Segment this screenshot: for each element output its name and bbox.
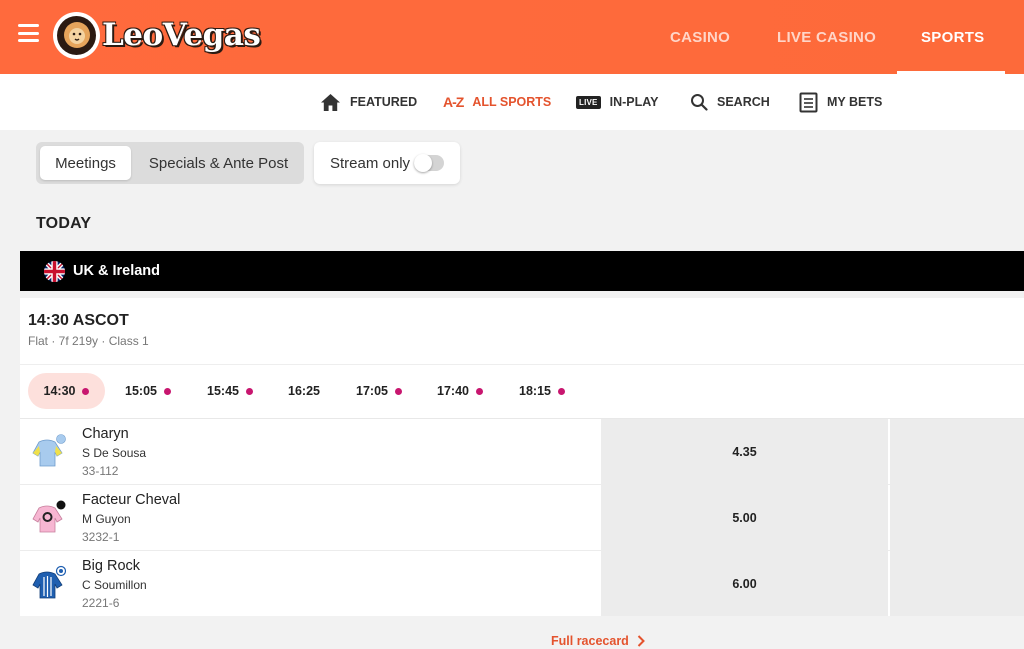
stream-only-filter[interactable]: Stream only (314, 142, 460, 184)
stream-only-toggle[interactable] (414, 154, 444, 172)
stream-dot-icon (475, 387, 483, 395)
lion-logo-icon (53, 11, 100, 59)
subnav-in-play[interactable]: LIVE IN-PLAY (576, 74, 658, 130)
search-icon (690, 93, 708, 111)
topnav-sports[interactable]: SPORTS (921, 0, 984, 74)
runner-row: Facteur Cheval M Guyon 3232-1 5.00 (20, 485, 1024, 551)
uk-flag-icon (44, 260, 65, 282)
site-header: LeoVegas CASINO LIVE CASINO SPORTS (0, 0, 1024, 74)
runner-form: 33-112 (82, 464, 119, 478)
race-time-tab-1430[interactable]: 14:30 (28, 373, 105, 409)
segment-meetings[interactable]: Meetings (40, 146, 131, 180)
runner-form: 2221-6 (82, 596, 120, 610)
stream-dot-icon (245, 387, 253, 395)
runner-jockey: S De Sousa (82, 446, 147, 460)
race-time-tab-1705[interactable]: 17:05 (343, 373, 415, 409)
region-header[interactable]: UK & Ireland (20, 251, 1024, 291)
betslip-icon (799, 92, 818, 113)
subnav-in-play-label: IN-PLAY (609, 95, 659, 109)
stream-only-label: Stream only (330, 154, 411, 172)
region-name: UK & Ireland (73, 263, 161, 279)
a-z-icon: A-Z (443, 94, 464, 110)
race-time-tab-1545[interactable]: 15:45 (194, 373, 266, 409)
divider (20, 364, 1024, 365)
segment-specials-ante-post[interactable]: Specials & Ante Post (137, 146, 300, 180)
race-time-tab-1740[interactable]: 17:40 (424, 373, 496, 409)
full-racecard-label: Full racecard (551, 634, 629, 648)
logo-wordmark: LeoVegas (102, 17, 261, 53)
subnav-all-sports[interactable]: A-Z ALL SPORTS (443, 74, 551, 130)
runner-row: Charyn S De Sousa 33-112 4.35 (20, 419, 1024, 485)
runner-jockey: C Soumillon (82, 578, 147, 592)
runner-name: Big Rock (82, 558, 141, 574)
stream-dot-icon (557, 387, 565, 395)
subnav-my-bets-label: MY BETS (827, 95, 883, 109)
menu-icon[interactable] (18, 24, 39, 42)
stream-dot-icon (82, 387, 90, 395)
race-subtitle: Flat · 7f 219y · Class 1 (28, 334, 149, 348)
sports-subnav: FEATURED A-Z ALL SPORTS LIVE IN-PLAY SEA… (0, 74, 1024, 130)
race-time-tab-1505[interactable]: 15:05 (112, 373, 184, 409)
subnav-all-sports-label: ALL SPORTS (472, 95, 552, 109)
leovegas-logo[interactable]: LeoVegas (53, 10, 261, 60)
stream-dot-icon (394, 387, 402, 395)
runner-name: Facteur Cheval (82, 492, 181, 508)
race-card: 14:30 ASCOT Flat · 7f 219y · Class 1 14:… (20, 298, 1024, 616)
race-title: 14:30 ASCOT (28, 312, 129, 329)
odds-secondary-button[interactable] (890, 485, 1024, 550)
runner-form: 3232-1 (82, 530, 120, 544)
odds-win-button[interactable]: 4.35 (601, 419, 888, 484)
runner-name: Charyn (82, 426, 129, 442)
odds-win-button[interactable]: 5.00 (601, 485, 888, 550)
race-time-tab-1625[interactable]: 16:25 (276, 373, 332, 409)
home-icon (320, 93, 341, 112)
jockey-silks-icon (32, 565, 67, 601)
meeting-type-segmented-control: Meetings Specials & Ante Post (36, 142, 304, 184)
stream-dot-icon (163, 387, 171, 395)
chevron-right-icon (637, 635, 645, 647)
subnav-featured-label: FEATURED (350, 95, 418, 109)
race-time-tab-1815[interactable]: 18:15 (506, 373, 578, 409)
day-heading: TODAY (36, 215, 92, 232)
jockey-silks-icon (32, 499, 66, 535)
subnav-search[interactable]: SEARCH (690, 74, 770, 130)
subnav-my-bets[interactable]: MY BETS (799, 74, 882, 130)
jockey-silks-icon (32, 433, 66, 469)
toggle-knob (414, 154, 432, 172)
odds-secondary-button[interactable] (890, 419, 1024, 484)
runner-jockey: M Guyon (82, 512, 131, 526)
subnav-search-label: SEARCH (717, 95, 770, 109)
full-racecard-link[interactable]: Full racecard (551, 634, 645, 648)
odds-secondary-button[interactable] (890, 551, 1024, 616)
subnav-featured[interactable]: FEATURED (320, 74, 417, 130)
topnav-casino[interactable]: CASINO (670, 0, 730, 74)
topnav-live-casino[interactable]: LIVE CASINO (777, 0, 876, 74)
runner-row: Big Rock C Soumillon 2221-6 6.00 (20, 551, 1024, 617)
live-icon: LIVE (576, 95, 601, 109)
odds-win-button[interactable]: 6.00 (601, 551, 888, 616)
